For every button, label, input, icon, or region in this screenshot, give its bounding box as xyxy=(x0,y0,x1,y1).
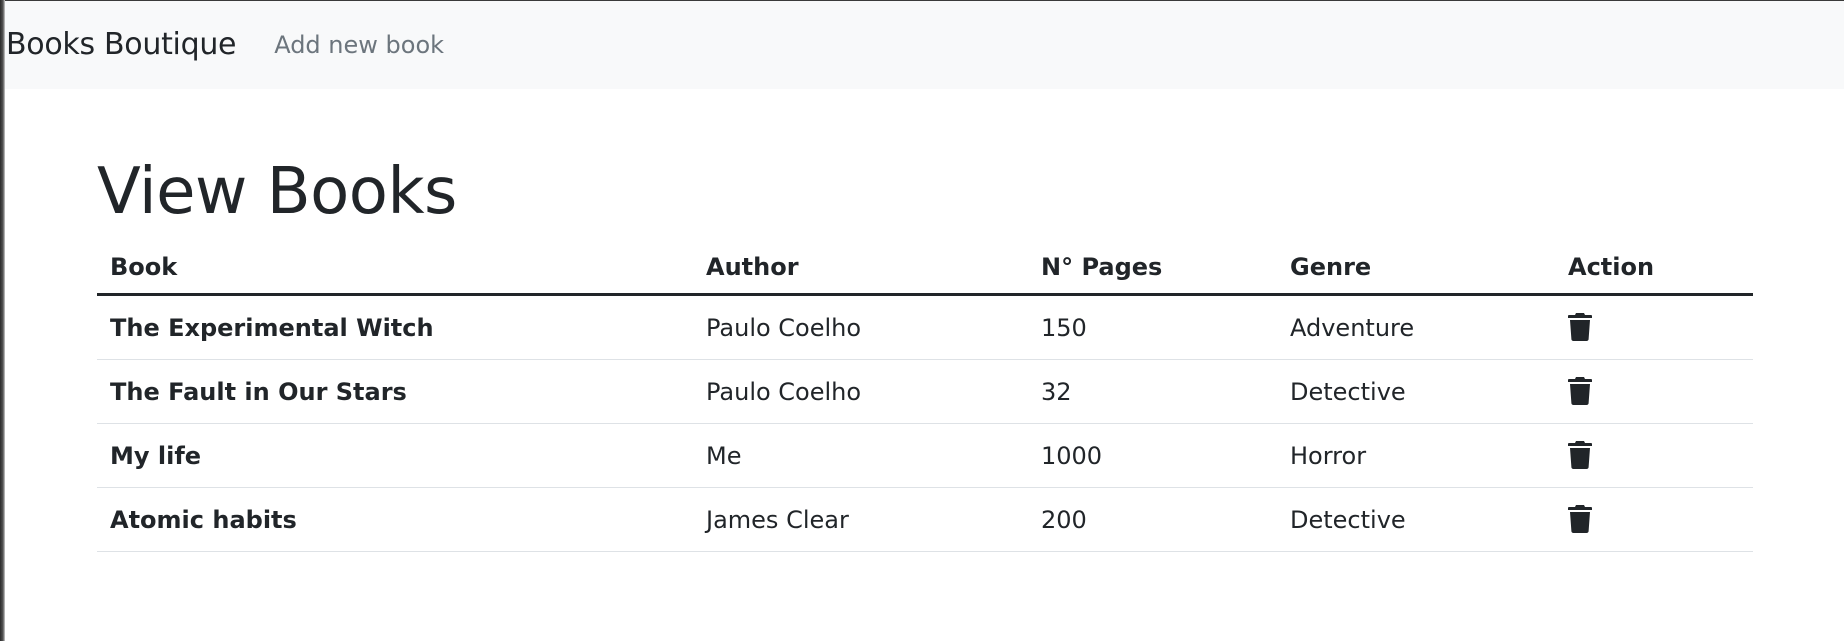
pages-cell: 1000 xyxy=(1028,423,1277,488)
pages-cell: 150 xyxy=(1028,294,1277,360)
column-header-action: Action xyxy=(1555,240,1753,296)
table-header: Book Author N° Pages Genre Action xyxy=(97,240,1753,296)
add-new-book-link[interactable]: Add new book xyxy=(274,33,444,57)
genre-cell: Detective xyxy=(1277,359,1555,424)
table-row: The Experimental Witch Paulo Coelho 150 … xyxy=(97,294,1753,360)
column-header-genre: Genre xyxy=(1277,240,1555,296)
table-row: My life Me 1000 Horror xyxy=(97,423,1753,488)
author-cell: Paulo Coelho xyxy=(693,359,1028,424)
author-cell: Me xyxy=(693,423,1028,488)
pages-cell: 200 xyxy=(1028,487,1277,552)
book-title-cell: The Experimental Witch xyxy=(97,294,693,360)
trash-icon[interactable] xyxy=(1568,440,1592,469)
trash-icon[interactable] xyxy=(1568,376,1592,405)
column-header-book: Book xyxy=(97,240,693,296)
table-header-row: Book Author N° Pages Genre Action xyxy=(97,240,1753,296)
table-body: The Experimental Witch Paulo Coelho 150 … xyxy=(97,294,1753,552)
genre-cell: Detective xyxy=(1277,487,1555,552)
column-header-pages: N° Pages xyxy=(1028,240,1277,296)
action-cell xyxy=(1555,487,1753,552)
action-cell xyxy=(1555,359,1753,424)
navbar: Books Boutique Add new book xyxy=(5,1,1844,89)
action-cell xyxy=(1555,294,1753,360)
book-title-cell: My life xyxy=(97,423,693,488)
main-content: View Books Book Author N° Pages Genre Ac… xyxy=(97,160,1753,552)
brand-link[interactable]: Books Boutique xyxy=(6,30,237,60)
window-left-edge xyxy=(0,0,5,641)
trash-icon[interactable] xyxy=(1568,312,1592,341)
table-row: Atomic habits James Clear 200 Detective xyxy=(97,487,1753,552)
genre-cell: Horror xyxy=(1277,423,1555,488)
books-table: Book Author N° Pages Genre Action The Ex… xyxy=(97,240,1753,552)
action-cell xyxy=(1555,423,1753,488)
author-cell: Paulo Coelho xyxy=(693,294,1028,360)
author-cell: James Clear xyxy=(693,487,1028,552)
page-title: View Books xyxy=(97,155,457,229)
book-title-cell: Atomic habits xyxy=(97,487,693,552)
column-header-author: Author xyxy=(693,240,1028,296)
genre-cell: Adventure xyxy=(1277,294,1555,360)
table-row: The Fault in Our Stars Paulo Coelho 32 D… xyxy=(97,359,1753,424)
trash-icon[interactable] xyxy=(1568,504,1592,533)
pages-cell: 32 xyxy=(1028,359,1277,424)
book-title-cell: The Fault in Our Stars xyxy=(97,359,693,424)
